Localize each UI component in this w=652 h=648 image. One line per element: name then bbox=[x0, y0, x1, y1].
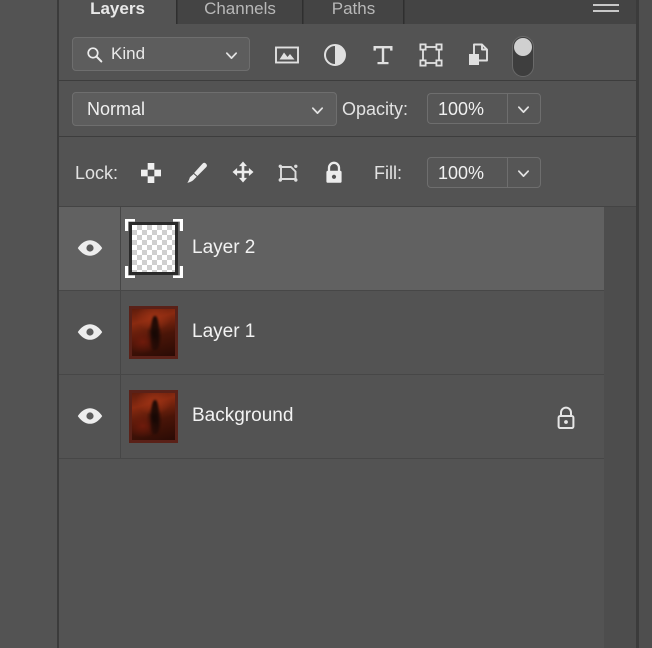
tab-paths[interactable]: Paths bbox=[304, 0, 404, 24]
blend-mode-row: Normal Opacity: 100% bbox=[59, 81, 637, 137]
fill-slider-button[interactable] bbox=[507, 157, 541, 188]
hamburger-line bbox=[593, 10, 619, 12]
layer-thumbnail bbox=[129, 306, 178, 359]
filter-kind-dropdown[interactable]: Kind bbox=[72, 37, 250, 71]
layer-visibility-cell[interactable] bbox=[59, 291, 121, 374]
layer-name: Background bbox=[192, 405, 294, 426]
layer-thumbnail bbox=[129, 222, 178, 275]
workspace-right-gutter bbox=[639, 0, 652, 648]
tab-paths-label: Paths bbox=[331, 0, 376, 18]
layers-panel: Layers Channels Paths Kind Normal Opacit… bbox=[59, 0, 637, 648]
chevron-down-icon bbox=[311, 107, 324, 114]
opacity-input[interactable]: 100% bbox=[427, 93, 507, 124]
tab-channels-label: Channels bbox=[204, 0, 276, 18]
tab-layers-label: Layers bbox=[90, 0, 145, 18]
pixel-layer-filter-icon[interactable] bbox=[273, 41, 301, 69]
panel-tab-bar: Layers Channels Paths bbox=[59, 0, 637, 24]
filter-kind-label: Kind bbox=[111, 44, 146, 63]
lock-row: Lock: 100% Fill: bbox=[59, 137, 637, 207]
search-icon bbox=[87, 47, 103, 63]
fill-input[interactable]: 100% bbox=[427, 157, 507, 188]
toggle-knob bbox=[514, 38, 532, 56]
opacity-value: 100% bbox=[438, 99, 485, 119]
layer-thumbnail bbox=[129, 390, 178, 443]
lock-all-icon[interactable] bbox=[320, 159, 348, 187]
layer-list-scrollbar-gutter[interactable] bbox=[604, 207, 637, 648]
layer-visibility-cell[interactable] bbox=[59, 207, 121, 290]
lock-transparent-pixels-icon[interactable] bbox=[137, 159, 165, 187]
layer-list-empty-area bbox=[59, 459, 604, 648]
eye-icon[interactable] bbox=[76, 238, 104, 258]
chevron-down-icon bbox=[517, 170, 530, 177]
smart-object-filter-icon[interactable] bbox=[465, 41, 493, 69]
lock-artboard-nesting-icon[interactable] bbox=[274, 159, 302, 187]
photoshop-layers-panel-screen: Layers Channels Paths Kind Normal Opacit… bbox=[0, 0, 652, 648]
lock-position-icon[interactable] bbox=[229, 159, 257, 187]
layer-thumbnail-wrap[interactable] bbox=[125, 303, 183, 362]
filter-enable-toggle[interactable] bbox=[512, 36, 534, 77]
blend-mode-dropdown[interactable]: Normal bbox=[72, 92, 337, 126]
layer-list: Layer 2 Layer 1 Background bbox=[59, 207, 637, 648]
adjustment-layer-filter-icon[interactable] bbox=[321, 41, 349, 69]
fill-label: Fill: bbox=[374, 163, 402, 183]
layer-thumbnail-wrap[interactable] bbox=[125, 219, 183, 278]
layer-name: Layer 1 bbox=[192, 321, 256, 342]
layer-thumbnail-wrap[interactable] bbox=[125, 387, 183, 446]
workspace-left-gutter bbox=[0, 0, 57, 648]
hamburger-line bbox=[593, 4, 619, 6]
blend-mode-value: Normal bbox=[87, 99, 146, 119]
eye-icon[interactable] bbox=[76, 406, 104, 426]
layer-row[interactable]: Layer 1 bbox=[59, 291, 604, 375]
type-layer-filter-icon[interactable] bbox=[369, 41, 397, 69]
lock-image-pixels-icon[interactable] bbox=[183, 159, 211, 187]
layer-row[interactable]: Background bbox=[59, 375, 604, 459]
layer-name: Layer 2 bbox=[192, 237, 256, 258]
eye-icon[interactable] bbox=[76, 322, 104, 342]
chevron-down-icon bbox=[225, 52, 238, 59]
lock-label: Lock: bbox=[75, 163, 119, 183]
panel-menu-icon[interactable] bbox=[593, 0, 619, 14]
shape-layer-filter-icon[interactable] bbox=[417, 41, 445, 69]
tab-channels[interactable]: Channels bbox=[178, 0, 303, 24]
tab-layers[interactable]: Layers bbox=[59, 0, 177, 24]
opacity-slider-button[interactable] bbox=[507, 93, 541, 124]
opacity-label: Opacity: bbox=[342, 99, 409, 119]
chevron-down-icon bbox=[517, 106, 530, 113]
layer-row[interactable]: Layer 2 bbox=[59, 207, 604, 291]
layer-filter-row: Kind bbox=[59, 24, 637, 81]
fill-value: 100% bbox=[438, 163, 485, 183]
layer-visibility-cell[interactable] bbox=[59, 375, 121, 458]
padlock-icon[interactable] bbox=[554, 405, 578, 431]
